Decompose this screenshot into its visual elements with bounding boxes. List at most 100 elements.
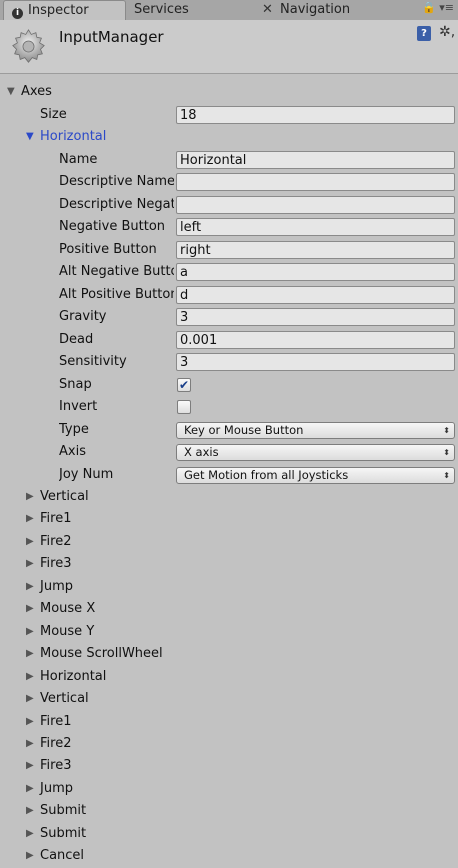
help-icon[interactable]: ? xyxy=(417,26,431,41)
name-input[interactable] xyxy=(176,151,455,169)
collapsed-triangle-icon: ▶ xyxy=(26,782,34,794)
axis-foldout-item[interactable]: ▶ Horizontal xyxy=(0,666,458,688)
descriptive-negative-name-input[interactable] xyxy=(176,196,455,214)
axis-foldout-label: Mouse X xyxy=(40,601,96,617)
axis-foldout-item[interactable]: ▶ Fire1 xyxy=(0,711,458,733)
snap-checkbox[interactable]: ✔ xyxy=(177,378,191,392)
axes-label: Axes xyxy=(21,84,52,99)
axis-foldout-item[interactable]: ▶ Mouse X xyxy=(0,598,458,620)
updown-arrow-icon: ⬍ xyxy=(443,471,450,480)
type-label: Type xyxy=(59,422,89,437)
collapsed-triangle-icon: ▶ xyxy=(26,513,34,525)
axis-foldout-item[interactable]: ▶ Mouse Y xyxy=(0,621,458,643)
descriptive-negative-name-label: Descriptive Negative Name xyxy=(59,197,174,212)
axis-foldout-label: Fire1 xyxy=(40,511,72,527)
negative-button-row: Negative Button xyxy=(0,216,458,238)
horizontal-foldout-label: Horizontal xyxy=(40,129,107,144)
axis-foldout-label: Horizontal xyxy=(40,668,107,684)
axis-foldout-label: Vertical xyxy=(40,489,89,504)
invert-checkbox[interactable] xyxy=(177,400,191,414)
gravity-input[interactable] xyxy=(176,308,455,326)
joy-num-row: Joy Num Get Motion from all Joysticks ⬍ xyxy=(0,464,458,486)
gravity-row: Gravity xyxy=(0,306,458,328)
tab-inspector[interactable]: i Inspector xyxy=(3,0,126,21)
updown-arrow-icon: ⬍ xyxy=(443,426,450,435)
collapsed-triangle-icon: ▶ xyxy=(26,715,34,727)
snap-label: Snap xyxy=(59,377,92,392)
collapsed-triangle-icon: ▶ xyxy=(26,625,34,637)
dead-row: Dead xyxy=(0,329,458,351)
axis-dropdown[interactable]: X axis ⬍ xyxy=(176,444,455,461)
tab-services[interactable]: Services xyxy=(134,0,189,20)
horizontal-foldout[interactable]: ▼ Horizontal xyxy=(0,126,458,148)
collapsed-triangle-icon: ▶ xyxy=(26,693,34,705)
axis-foldout-item[interactable]: ▶ Fire1 xyxy=(0,508,458,530)
info-icon: i xyxy=(12,8,23,19)
sensitivity-row: Sensitivity xyxy=(0,351,458,373)
joy-num-dropdown[interactable]: Get Motion from all Joysticks ⬍ xyxy=(176,467,455,484)
snap-row: Snap ✔ xyxy=(0,374,458,396)
collapsed-triangle-icon: ▶ xyxy=(26,670,34,682)
collapsed-triangle-icon: ▶ xyxy=(26,850,34,862)
axis-foldout-label: Mouse Y xyxy=(40,623,95,639)
axis-foldout-item[interactable]: ▶ Vertical xyxy=(0,486,458,508)
axes-foldout[interactable]: ▼ Axes xyxy=(0,81,458,103)
type-dropdown-value: Key or Mouse Button xyxy=(184,423,304,437)
tab-navigation[interactable]: ✕ Navigation xyxy=(262,0,350,20)
collapsed-triangle-icon: ▶ xyxy=(26,805,34,817)
alt-positive-button-input[interactable] xyxy=(176,286,455,304)
collapsed-triangle-icon: ▶ xyxy=(26,558,34,570)
axis-label: Axis xyxy=(59,444,86,459)
collapsed-triangle-icon: ▶ xyxy=(26,760,34,772)
dead-label: Dead xyxy=(59,332,94,347)
axis-foldout-item[interactable]: ▶ Mouse ScrollWheel xyxy=(0,643,458,665)
axis-foldout-label: Fire2 xyxy=(40,533,72,549)
descriptive-name-row: Descriptive Name xyxy=(0,171,458,193)
axis-foldout-item[interactable]: ▶ Jump xyxy=(0,778,458,800)
settings-icon[interactable]: ✲, xyxy=(439,24,455,40)
axis-foldout-item[interactable]: ▶ Cancel xyxy=(0,845,458,867)
alt-positive-button-row: Alt Positive Button xyxy=(0,284,458,306)
negative-button-input[interactable] xyxy=(176,218,455,236)
positive-button-input[interactable] xyxy=(176,241,455,259)
axis-foldout-item[interactable]: ▶ Fire3 xyxy=(0,553,458,575)
axis-foldout-item[interactable]: ▶ Vertical xyxy=(0,688,458,710)
collapsed-triangle-icon: ▶ xyxy=(26,648,34,660)
size-input[interactable] xyxy=(176,106,455,124)
alt-positive-button-label: Alt Positive Button xyxy=(59,287,174,302)
collapsed-triangle-icon: ▶ xyxy=(26,827,34,839)
dead-input[interactable] xyxy=(176,331,455,349)
size-row: Size xyxy=(0,104,458,126)
sensitivity-label: Sensitivity xyxy=(59,354,127,369)
inspector-header: InputManager ? ✲, xyxy=(0,20,458,74)
axis-foldout-label: Submit xyxy=(40,825,87,841)
type-row: Type Key or Mouse Button ⬍ xyxy=(0,419,458,441)
axis-foldout-item[interactable]: ▶ Fire2 xyxy=(0,531,458,553)
axis-foldout-item[interactable]: ▶ Fire3 xyxy=(0,755,458,777)
collapsed-triangle-icon: ▶ xyxy=(26,491,34,502)
axis-foldout-label: Jump xyxy=(40,578,73,594)
name-label: Name xyxy=(59,152,98,167)
component-title: InputManager xyxy=(59,28,164,46)
axis-foldout-item[interactable]: ▶ Jump xyxy=(0,576,458,598)
axis-foldout-item[interactable]: ▶ Submit xyxy=(0,823,458,845)
axis-foldout-label: Fire1 xyxy=(40,713,72,729)
axis-foldout-label: Submit xyxy=(40,803,87,819)
alt-negative-button-label: Alt Negative Button xyxy=(59,264,174,279)
negative-button-label: Negative Button xyxy=(59,219,166,234)
sensitivity-input[interactable] xyxy=(176,353,455,371)
descriptive-name-input[interactable] xyxy=(176,173,455,191)
updown-arrow-icon: ⬍ xyxy=(443,448,450,457)
joy-num-label: Joy Num xyxy=(59,467,114,482)
name-row: Name xyxy=(0,149,458,171)
expanded-triangle-icon: ▼ xyxy=(26,131,34,142)
axis-foldout-label: Vertical xyxy=(40,691,89,707)
axis-foldout-label: Fire3 xyxy=(40,556,72,572)
axis-foldout-item[interactable]: ▶ Submit xyxy=(0,800,458,822)
size-label: Size xyxy=(40,107,67,122)
lock-menu-icon[interactable]: 🔒 ▾≡ xyxy=(422,1,454,14)
type-dropdown[interactable]: Key or Mouse Button ⬍ xyxy=(176,422,455,439)
axis-foldout-item[interactable]: ▶ Fire2 xyxy=(0,733,458,755)
navigation-icon: ✕ xyxy=(262,2,273,17)
alt-negative-button-input[interactable] xyxy=(176,263,455,281)
